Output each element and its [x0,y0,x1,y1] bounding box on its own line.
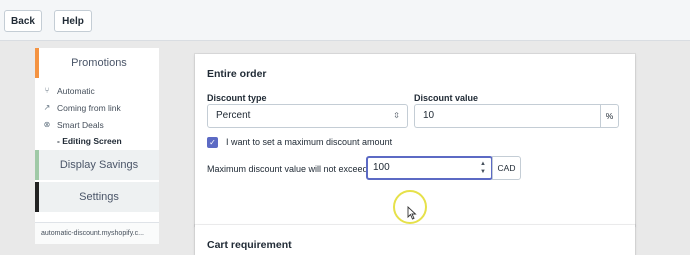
store-url: automatic-discount.myshopify.c... [35,222,159,244]
max-discount-input[interactable]: 100 ▲ ▼ [366,156,493,180]
back-button[interactable]: Back [4,10,42,32]
sidebar: Promotions ⑂ Automatic ↗ Coming from lin… [35,48,159,244]
sidebar-editing-screen: - Editing Screen [57,136,122,146]
increment-icon[interactable]: ▲ [480,160,486,168]
cart-requirement-card: Cart requirement [195,225,635,255]
discount-value-label: Discount value [414,93,479,103]
percent-suffix: % [600,104,619,128]
card-title: Entire order [207,68,267,80]
top-toolbar: Back Help [0,0,690,41]
close-circle-icon: ⊗ [43,120,51,129]
sidebar-subitem-smart-deals[interactable]: ⊗ Smart Deals [43,120,104,130]
sidebar-subitem-automatic[interactable]: ⑂ Automatic [43,86,95,96]
max-discount-checkbox[interactable]: ✓ [207,137,218,148]
discount-type-value: Percent [216,110,251,121]
sidebar-subitem-label: Automatic [57,86,95,96]
currency-suffix: CAD [492,156,521,180]
mouse-cursor-icon [407,206,417,220]
max-discount-checkbox-label[interactable]: I want to set a maximum discount amount [226,137,392,148]
max-discount-value: 100 [373,162,390,173]
decrement-icon[interactable]: ▼ [480,168,486,176]
chevron-up-down-icon: ⇳ [393,111,400,120]
discount-type-label: Discount type [207,93,267,103]
external-link-icon: ↗ [43,103,51,112]
number-stepper[interactable]: ▲ ▼ [480,160,486,176]
help-button[interactable]: Help [54,10,92,32]
discount-type-select[interactable]: Percent ⇳ [207,104,408,128]
sidebar-item-display-savings[interactable]: Display Savings [35,150,159,180]
sidebar-subitem-label: Coming from link [57,103,121,113]
sidebar-subitem-coming-from-link[interactable]: ↗ Coming from link [43,103,121,113]
checkmark-icon: ✓ [209,138,216,147]
sidebar-subitem-label: Smart Deals [57,120,104,130]
discount-value-input[interactable]: 10 [414,104,600,128]
split-icon: ⑂ [44,86,50,95]
card-title: Cart requirement [207,239,292,251]
sidebar-item-settings[interactable]: Settings [35,182,159,212]
max-discount-field-label: Maximum discount value will not exceed [207,164,368,174]
sidebar-item-promotions[interactable]: Promotions [35,48,159,78]
